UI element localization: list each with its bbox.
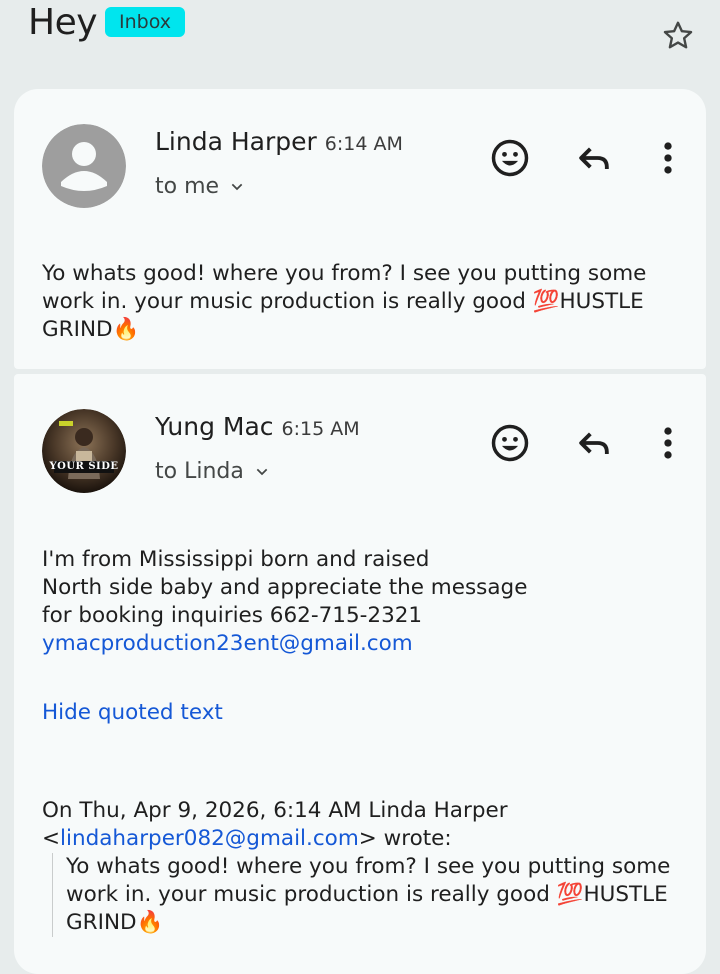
more-options-icon[interactable] bbox=[646, 136, 690, 180]
album-cover-text: YOUR SIDE bbox=[49, 461, 119, 472]
quote-header: On Thu, Apr 9, 2026, 6:14 AM Linda Harpe… bbox=[42, 798, 508, 823]
email-link[interactable]: ymacproduction23ent@gmail.com bbox=[42, 631, 413, 656]
avatar[interactable] bbox=[42, 124, 126, 208]
message-time: 6:14 AM bbox=[324, 133, 403, 155]
message-card: Linda Harper 6:14 AM to me Yo whats good!… bbox=[14, 89, 706, 369]
emoji-react-icon[interactable] bbox=[488, 136, 532, 180]
message-card: YOUR SIDE Yung Mac 6:15 AM to Linda I'm f… bbox=[14, 374, 706, 974]
quote-wrote: > wrote: bbox=[358, 826, 452, 851]
star-icon[interactable] bbox=[660, 18, 696, 54]
avatar[interactable]: YOUR SIDE bbox=[42, 409, 126, 493]
emoji-react-icon[interactable] bbox=[488, 421, 532, 465]
quote-header-line-2: <lindaharper082@gmail.com> wrote: bbox=[42, 825, 680, 853]
sender-name: Linda Harper 6:14 AM bbox=[155, 127, 403, 156]
message-body: Yo whats good! where you from? I see you… bbox=[42, 261, 647, 342]
album-cover-image bbox=[42, 409, 126, 493]
reply-icon[interactable] bbox=[572, 136, 616, 180]
recipient-toggle[interactable]: to Linda bbox=[155, 459, 270, 484]
message-body: I'm from Mississippi born and raised Nor… bbox=[42, 546, 680, 658]
quoted-section: On Thu, Apr 9, 2026, 6:14 AM Linda Harpe… bbox=[42, 797, 680, 937]
body-line: I'm from Mississippi born and raised bbox=[42, 547, 430, 572]
recipient-label: to Linda bbox=[155, 459, 244, 484]
quote-email-link[interactable]: lindaharper082@gmail.com bbox=[60, 826, 359, 851]
sender-label: Linda Harper bbox=[155, 127, 317, 156]
quote-bracket: < bbox=[42, 826, 61, 851]
recipient-label: to me bbox=[155, 174, 220, 199]
chevron-down-icon bbox=[231, 183, 243, 191]
chevron-down-icon bbox=[256, 468, 268, 476]
inbox-label-chip[interactable]: Inbox bbox=[105, 7, 185, 37]
more-options-icon[interactable] bbox=[646, 421, 690, 465]
email-subject: Hey bbox=[28, 2, 98, 43]
person-icon bbox=[42, 124, 126, 208]
sender-name: Yung Mac 6:15 AM bbox=[155, 412, 360, 441]
hide-quoted-text-link[interactable]: Hide quoted text bbox=[42, 699, 680, 727]
body-line: for booking inquiries 662-715-2321 bbox=[42, 603, 423, 628]
sender-label: Yung Mac bbox=[155, 412, 274, 441]
quoted-body: Yo whats good! where you from? I see you… bbox=[52, 853, 680, 937]
reply-icon[interactable] bbox=[572, 421, 616, 465]
body-line: North side baby and appreciate the messa… bbox=[42, 575, 528, 600]
message-time: 6:15 AM bbox=[281, 418, 360, 440]
recipient-toggle[interactable]: to me bbox=[155, 174, 245, 199]
